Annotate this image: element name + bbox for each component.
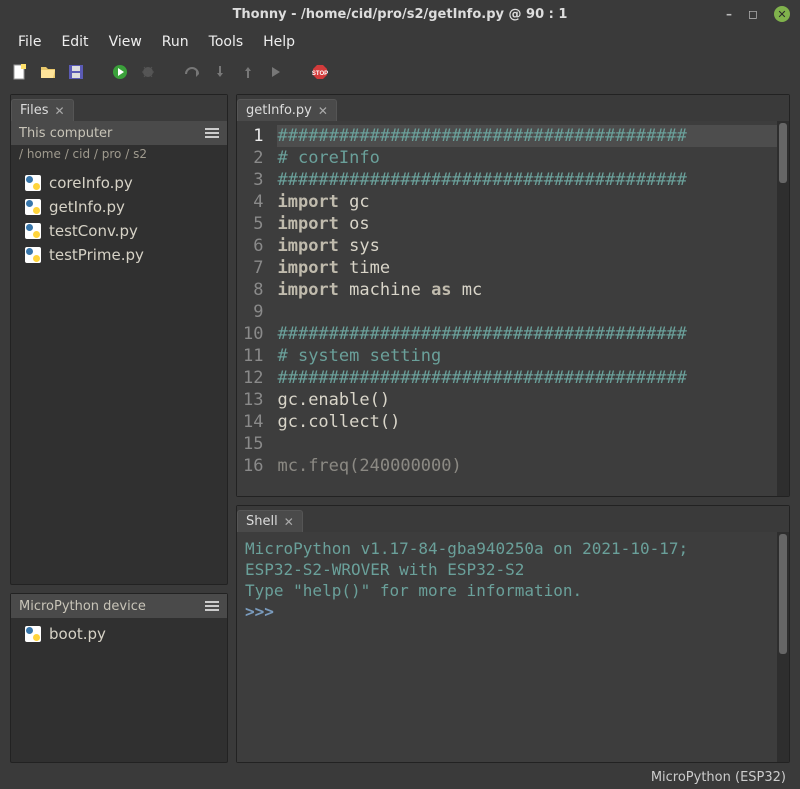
tab-shell[interactable]: Shell ✕: [237, 510, 303, 532]
interpreter-label[interactable]: MicroPython (ESP32): [651, 770, 786, 785]
stop-icon[interactable]: STOP: [310, 62, 330, 82]
main-content: Files ✕ This computer / home / cid / pro…: [0, 88, 800, 765]
file-name: coreInfo.py: [49, 174, 133, 192]
shell-tab-row: Shell ✕: [237, 506, 789, 532]
menubar: File Edit View Run Tools Help: [0, 28, 800, 56]
python-file-icon: [25, 199, 41, 215]
shell-body[interactable]: MicroPython v1.17-84-gba940250a on 2021-…: [237, 532, 789, 762]
mpy-panel-header[interactable]: MicroPython device: [11, 594, 227, 618]
file-name: getInfo.py: [49, 198, 125, 216]
file-item[interactable]: coreInfo.py: [11, 171, 227, 195]
window-title: Thonny - /home/cid/pro/s2/getInfo.py @ 9…: [233, 7, 568, 22]
shell-panel: Shell ✕ MicroPython v1.17-84-gba940250a …: [236, 505, 790, 763]
minimize-icon[interactable]: –: [726, 7, 732, 21]
status-bar: MicroPython (ESP32): [0, 765, 800, 789]
editor-gutter: 12345678910111213141516: [237, 121, 273, 496]
files-list: coreInfo.py getInfo.py testConv.py testPrim…: [11, 167, 227, 584]
breadcrumb[interactable]: / home / cid / pro / s2: [11, 145, 227, 167]
file-name: testConv.py: [49, 222, 138, 240]
window-controls: – ◻ ✕: [726, 0, 790, 28]
python-file-icon: [25, 223, 41, 239]
mpy-header-label: MicroPython device: [19, 599, 146, 614]
close-icon[interactable]: ✕: [318, 104, 328, 118]
debug-icon[interactable]: [138, 62, 158, 82]
editor-scrollbar[interactable]: [777, 121, 789, 496]
editor-body[interactable]: 12345678910111213141516 ################…: [237, 121, 789, 496]
file-item[interactable]: boot.py: [11, 622, 227, 646]
shell-output: MicroPython v1.17-84-gba940250a on 2021-…: [245, 538, 781, 622]
tab-files[interactable]: Files ✕: [11, 99, 74, 121]
step-out-icon[interactable]: [238, 62, 258, 82]
app-window: Thonny - /home/cid/pro/s2/getInfo.py @ 9…: [0, 0, 800, 789]
menu-run[interactable]: Run: [154, 31, 197, 53]
editor-code[interactable]: ########################################…: [273, 121, 789, 496]
mpy-file-list: boot.py: [11, 618, 227, 762]
shell-prompt[interactable]: >>>: [245, 601, 781, 622]
editor-tab-row: getInfo.py ✕: [237, 95, 789, 121]
tab-files-label: Files: [20, 103, 49, 118]
new-file-icon[interactable]: [10, 62, 30, 82]
close-icon[interactable]: ✕: [284, 515, 294, 529]
menu-file[interactable]: File: [10, 31, 49, 53]
tab-editor-label: getInfo.py: [246, 103, 312, 118]
files-panel-header[interactable]: This computer: [11, 121, 227, 145]
file-item[interactable]: getInfo.py: [11, 195, 227, 219]
menu-tools[interactable]: Tools: [201, 31, 252, 53]
python-file-icon: [25, 626, 41, 642]
svg-text:STOP: STOP: [312, 71, 328, 77]
tab-editor[interactable]: getInfo.py ✕: [237, 99, 337, 121]
scroll-thumb[interactable]: [779, 123, 787, 183]
resume-icon[interactable]: [266, 62, 286, 82]
file-item[interactable]: testConv.py: [11, 219, 227, 243]
shell-scrollbar[interactable]: [777, 532, 789, 762]
file-item[interactable]: testPrime.py: [11, 243, 227, 267]
python-file-icon: [25, 175, 41, 191]
maximize-icon[interactable]: ◻: [748, 7, 758, 21]
files-tab-row: Files ✕: [11, 95, 227, 121]
scroll-thumb[interactable]: [779, 534, 787, 654]
menu-help[interactable]: Help: [255, 31, 303, 53]
micropython-device-panel: MicroPython device boot.py: [10, 593, 228, 763]
right-column: getInfo.py ✕ 12345678910111213141516 ###…: [236, 94, 790, 763]
close-icon[interactable]: ✕: [774, 6, 790, 22]
left-column: Files ✕ This computer / home / cid / pro…: [10, 94, 228, 763]
close-icon[interactable]: ✕: [55, 104, 65, 118]
tab-shell-label: Shell: [246, 514, 278, 529]
file-name: testPrime.py: [49, 246, 144, 264]
toolbar: STOP: [0, 56, 800, 88]
step-over-icon[interactable]: [182, 62, 202, 82]
files-header-label: This computer: [19, 126, 112, 141]
menu-view[interactable]: View: [101, 31, 150, 53]
python-file-icon: [25, 247, 41, 263]
hamburger-icon[interactable]: [205, 132, 219, 134]
save-file-icon[interactable]: [66, 62, 86, 82]
titlebar: Thonny - /home/cid/pro/s2/getInfo.py @ 9…: [0, 0, 800, 28]
open-file-icon[interactable]: [38, 62, 58, 82]
menu-edit[interactable]: Edit: [53, 31, 96, 53]
run-icon[interactable]: [110, 62, 130, 82]
file-name: boot.py: [49, 625, 106, 643]
step-into-icon[interactable]: [210, 62, 230, 82]
editor-panel: getInfo.py ✕ 12345678910111213141516 ###…: [236, 94, 790, 497]
hamburger-icon[interactable]: [205, 605, 219, 607]
files-panel: Files ✕ This computer / home / cid / pro…: [10, 94, 228, 585]
